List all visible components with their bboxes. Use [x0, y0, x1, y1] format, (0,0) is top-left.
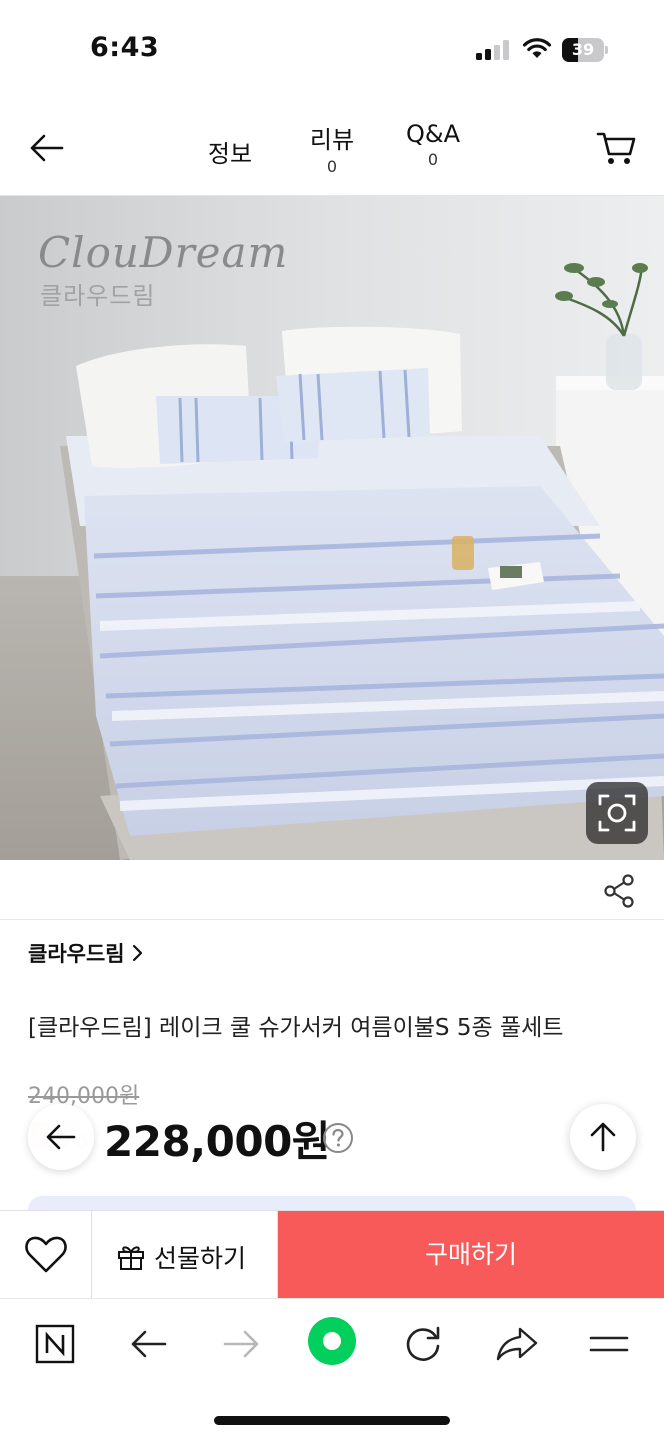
wishlist-button[interactable] [0, 1211, 92, 1299]
green-dot-icon[interactable] [306, 1315, 358, 1367]
sale-price: 228,000원 [104, 1117, 330, 1166]
brand-logo-script: ClouDream [38, 228, 289, 277]
tab-qna-label: Q&A [405, 120, 461, 148]
brand-store-link[interactable]: 클라우드림 [28, 938, 125, 968]
lens-search-button[interactable] [586, 782, 648, 844]
scroll-top-button[interactable] [570, 1104, 636, 1170]
tab-review-count: 0 [326, 157, 338, 176]
buy-button[interactable]: 구매하기 [278, 1211, 664, 1299]
lens-icon [598, 794, 636, 832]
back-arrow-icon[interactable] [124, 1319, 174, 1369]
refresh-icon[interactable] [398, 1319, 448, 1369]
back-arrow-icon [46, 1124, 76, 1150]
gift-icon [118, 1246, 144, 1270]
battery-icon: 39 [562, 38, 608, 62]
signal-icon [476, 40, 510, 60]
battery-percent: 39 [571, 40, 595, 59]
chevron-right-icon [132, 944, 143, 962]
menu-icon[interactable] [584, 1319, 634, 1369]
naver-icon[interactable] [30, 1319, 80, 1369]
tab-qna[interactable]: Q&A 0 [398, 120, 468, 169]
home-indicator [214, 1416, 450, 1425]
help-icon[interactable] [322, 1122, 354, 1154]
forward-icon[interactable] [216, 1319, 266, 1369]
gift-button[interactable]: 선물하기 [92, 1211, 278, 1299]
tab-info-label: 정보 [207, 140, 253, 168]
arrow-up-icon [590, 1122, 616, 1152]
status-time: 6:43 [90, 32, 160, 63]
tab-qna-count: 0 [427, 150, 439, 169]
share-icon[interactable] [600, 872, 638, 910]
heart-icon [25, 1236, 67, 1273]
gift-label: 선물하기 [154, 1244, 247, 1273]
tab-review-label: 리뷰 [309, 126, 355, 154]
wifi-icon [522, 38, 552, 58]
tab-review[interactable]: 리뷰 0 [300, 120, 364, 176]
brand-logo-korean: 클라우드림 [40, 282, 156, 310]
tab-info[interactable]: 정보 [200, 134, 260, 169]
product-image[interactable]: ClouDream 클라우드림 [0, 196, 664, 860]
status-bar: 6:43 39 [0, 0, 664, 100]
share-row [0, 860, 664, 920]
back-arrow-icon[interactable] [24, 126, 68, 170]
product-title: [클라우드림] 레이크 쿨 슈가서커 여름이불S 5종 풀세트 [28, 1015, 564, 1041]
purchase-action-bar: 선물하기 구매하기 [0, 1210, 664, 1299]
share-arrow-icon[interactable] [492, 1319, 542, 1369]
product-header: 정보 리뷰 0 Q&A 0 [0, 100, 664, 196]
cart-icon[interactable] [594, 126, 638, 170]
floating-back-button[interactable] [28, 1104, 94, 1170]
